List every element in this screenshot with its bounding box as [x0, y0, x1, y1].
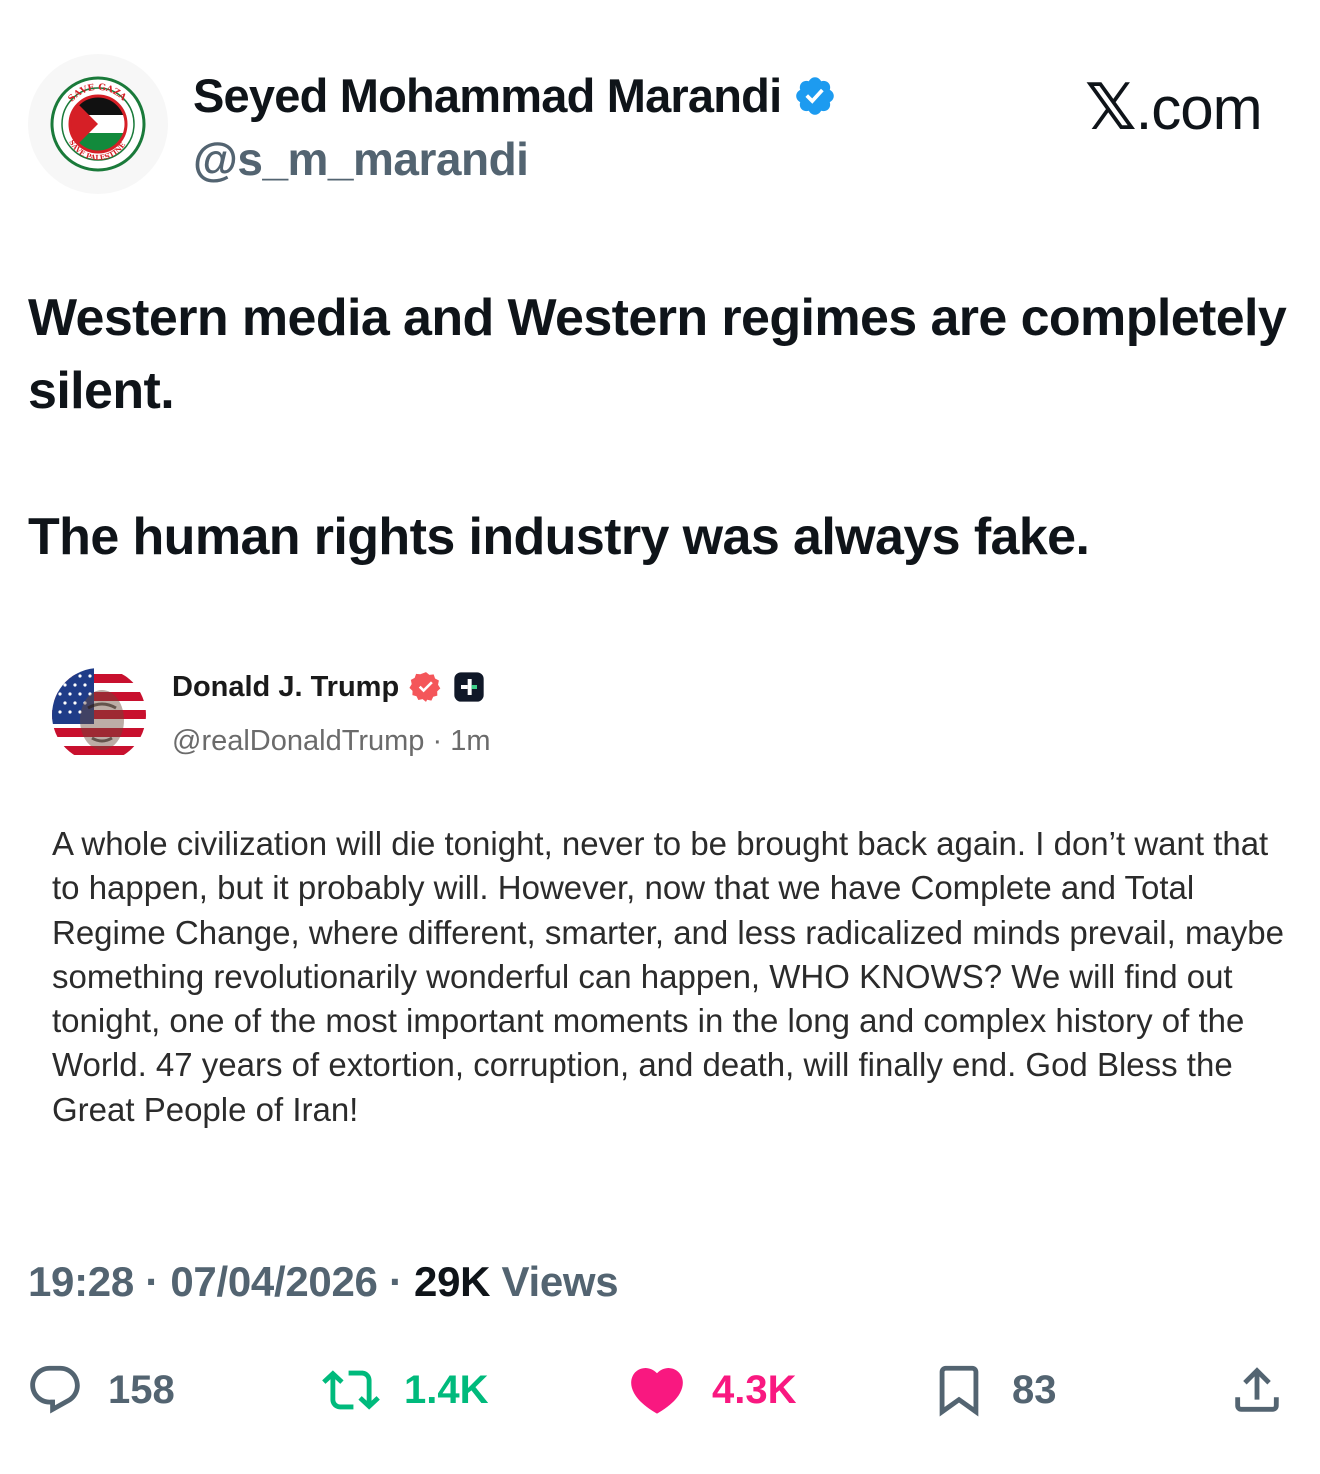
dot-separator: ·: [377, 1258, 415, 1305]
quoted-author-name[interactable]: Donald J. Trump: [172, 670, 485, 704]
bookmark-icon: [939, 1365, 979, 1417]
tweet-paragraph: The human rights industry was always fak…: [28, 508, 1090, 566]
bookmark-button[interactable]: 83: [930, 1360, 1057, 1420]
author-name-text: Seyed Mohammad Marandi: [193, 69, 782, 122]
share-button[interactable]: [1228, 1360, 1286, 1420]
flag-portrait-image: [52, 668, 146, 762]
reply-button[interactable]: 158: [26, 1360, 175, 1420]
like-button[interactable]: 4.3K: [626, 1360, 797, 1420]
views-label: Views: [490, 1258, 619, 1305]
like-count: 4.3K: [712, 1367, 797, 1412]
tweet-time[interactable]: 19:28: [28, 1258, 134, 1305]
verified-badge-icon: [409, 670, 443, 704]
quoted-handle-line: @realDonaldTrump · 1m: [172, 725, 490, 758]
dot-separator: ·: [133, 1258, 171, 1305]
reply-count: 158: [108, 1367, 175, 1412]
x-com-watermark: 𝕏.com: [1085, 70, 1263, 145]
quoted-post-text: A whole civilization will die tonight, n…: [52, 825, 1284, 1128]
tweet-text: Western media and Western regimes are co…: [28, 282, 1298, 574]
verified-badge-icon[interactable]: [793, 74, 837, 118]
views-count: 29K: [414, 1258, 491, 1305]
author-display-name[interactable]: Seyed Mohammad Marandi: [193, 68, 837, 123]
speech-bubble-icon: [30, 1365, 80, 1414]
bookmark-count: 83: [1012, 1367, 1057, 1412]
tweet-meta: 19:28 · 07/04/2026 · 29K Views: [28, 1258, 619, 1306]
quoted-author-avatar[interactable]: [52, 668, 146, 762]
tweet-date[interactable]: 07/04/2026: [170, 1258, 378, 1305]
brand-suffix: .com: [1135, 75, 1263, 142]
tweet-paragraph: Western media and Western regimes are co…: [28, 289, 1287, 420]
author-handle[interactable]: @s_m_marandi: [193, 132, 529, 186]
dot-separator: ·: [424, 725, 451, 757]
quoted-name-text: Donald J. Trump: [172, 670, 400, 703]
repost-button[interactable]: 1.4K: [322, 1360, 489, 1420]
quoted-time: 1m: [450, 725, 491, 757]
author-avatar[interactable]: SAVE GAZA SAVE PALESTINE: [28, 54, 168, 194]
heart-icon: [631, 1368, 683, 1414]
app-badge-icon: [453, 671, 485, 703]
x-logo-icon: 𝕏: [1085, 71, 1137, 143]
repost-count: 1.4K: [404, 1367, 489, 1412]
share-upload-icon: [1235, 1367, 1279, 1412]
quoted-handle[interactable]: @realDonaldTrump: [172, 725, 424, 757]
repost-arrows-icon: [322, 1370, 380, 1410]
save-gaza-logo: SAVE GAZA SAVE PALESTINE: [50, 76, 146, 172]
